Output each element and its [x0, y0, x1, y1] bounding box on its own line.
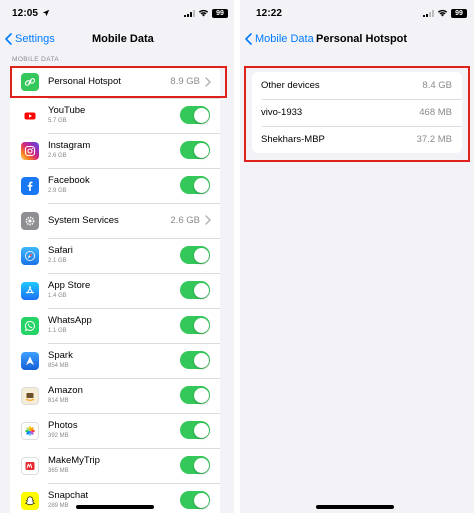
spark-toggle[interactable]	[180, 351, 210, 369]
mobile-data-screen: 12:05 99 Settings Mobile Data MOBILE DAT…	[0, 0, 234, 513]
app-row-whatsapp: WhatsApp 1.1 GB	[10, 308, 220, 343]
app-row-amazon: Amazon 814 MB	[10, 378, 220, 413]
app-usage: 854 MB	[48, 363, 69, 369]
app-row-makemytrip: MakeMyTrip 365 MB	[10, 448, 220, 483]
status-time: 12:05	[12, 8, 39, 19]
app-row-photos: Photos 392 MB	[10, 413, 220, 448]
mobile-data-app-list: Personal Hotspot 8.9 GB YouTube 5.7 GB I…	[10, 66, 220, 513]
app-row-youtube: YouTube 5.7 GB	[10, 98, 220, 133]
app-usage: 365 MB	[48, 468, 69, 474]
status-bar: 12:05 99	[0, 0, 234, 26]
system-services-usage: 2.6 GB	[170, 215, 200, 226]
youtube-icon	[21, 107, 39, 125]
app-name: Amazon	[48, 385, 83, 396]
app-store-icon	[21, 282, 39, 300]
status-bar: 12:22 99	[240, 0, 474, 26]
app-usage: 2.9 GB	[48, 188, 67, 194]
app-name: Instagram	[48, 140, 91, 151]
snapchat-toggle[interactable]	[180, 491, 210, 509]
safari-compass-icon	[21, 247, 39, 265]
battery-icon: 99	[212, 9, 228, 18]
app-usage: 1.4 GB	[48, 293, 67, 299]
app-usage: 392 MB	[48, 433, 69, 439]
back-button[interactable]: Settings	[5, 33, 55, 45]
app-row-spark: Spark 854 MB	[10, 343, 220, 378]
back-button-label: Settings	[15, 33, 55, 45]
app-usage: 2.1 GB	[48, 258, 67, 264]
makemytrip-toggle[interactable]	[180, 456, 210, 474]
personal-hotspot-screen: 12:22 99 Mobile Data Personal Hotspot Ot…	[240, 0, 474, 513]
whatsapp-toggle[interactable]	[180, 316, 210, 334]
app-name: App Store	[48, 280, 91, 291]
whatsapp-icon	[21, 317, 39, 335]
safari-toggle[interactable]	[180, 246, 210, 264]
app-usage: 5.7 GB	[48, 118, 67, 124]
system-services-row[interactable]: System Services 2.6 GB	[10, 203, 220, 238]
app-usage: 1.1 GB	[48, 328, 67, 334]
instagram-toggle[interactable]	[180, 141, 210, 159]
app-name: Photos	[48, 420, 78, 431]
highlight-box-hotspot	[10, 66, 227, 98]
gear-icon	[21, 212, 39, 230]
app-name: Facebook	[48, 175, 90, 186]
app-usage: 2.6 GB	[48, 153, 67, 159]
app-name: Spark	[48, 350, 73, 361]
app-usage: 814 MB	[48, 398, 69, 404]
app-name: MakeMyTrip	[48, 455, 100, 466]
amazon-toggle[interactable]	[180, 386, 210, 404]
cellular-signal-icon	[423, 10, 434, 17]
app-row-safari: Safari 2.1 GB	[10, 238, 220, 273]
location-arrow-icon	[42, 9, 50, 17]
app-row-app-store: App Store 1.4 GB	[10, 273, 220, 308]
snapchat-ghost-icon	[21, 492, 39, 510]
makemytrip-icon	[21, 457, 39, 475]
navigation-bar: Settings Mobile Data	[0, 28, 234, 52]
app-name: YouTube	[48, 105, 86, 116]
facebook-icon	[21, 177, 39, 195]
app-row-instagram: Instagram 2.6 GB	[10, 133, 220, 168]
wifi-icon	[198, 9, 209, 17]
app-store-toggle[interactable]	[180, 281, 210, 299]
app-name: Snapchat	[48, 490, 89, 501]
app-name: WhatsApp	[48, 315, 92, 326]
spark-icon	[21, 352, 39, 370]
section-header: MOBILE DATA	[12, 56, 60, 63]
cellular-signal-icon	[184, 10, 195, 17]
battery-icon: 99	[451, 9, 467, 18]
app-name: Safari	[48, 245, 73, 256]
page-title: Personal Hotspot	[316, 33, 408, 45]
wifi-icon	[437, 9, 448, 17]
page-title: Mobile Data	[92, 33, 154, 45]
back-button[interactable]: Mobile Data	[245, 33, 314, 45]
highlight-box-devices	[244, 66, 470, 162]
photos-toggle[interactable]	[180, 421, 210, 439]
home-indicator	[76, 505, 154, 509]
chevron-left-icon	[5, 33, 12, 45]
instagram-icon	[21, 142, 39, 160]
status-time: 12:22	[256, 8, 283, 19]
amazon-icon	[21, 387, 39, 405]
app-row-facebook: Facebook 2.9 GB	[10, 168, 220, 203]
chevron-left-icon	[245, 33, 252, 45]
navigation-bar: Mobile Data Personal Hotspot	[240, 28, 474, 52]
home-indicator	[316, 505, 394, 509]
photos-flower-icon	[21, 422, 39, 440]
system-services-label: System Services	[48, 215, 119, 226]
chevron-right-icon	[205, 215, 211, 225]
youtube-toggle[interactable]	[180, 106, 210, 124]
app-usage: 289 MB	[48, 503, 69, 509]
back-button-label: Mobile Data	[255, 33, 314, 45]
facebook-toggle[interactable]	[180, 176, 210, 194]
